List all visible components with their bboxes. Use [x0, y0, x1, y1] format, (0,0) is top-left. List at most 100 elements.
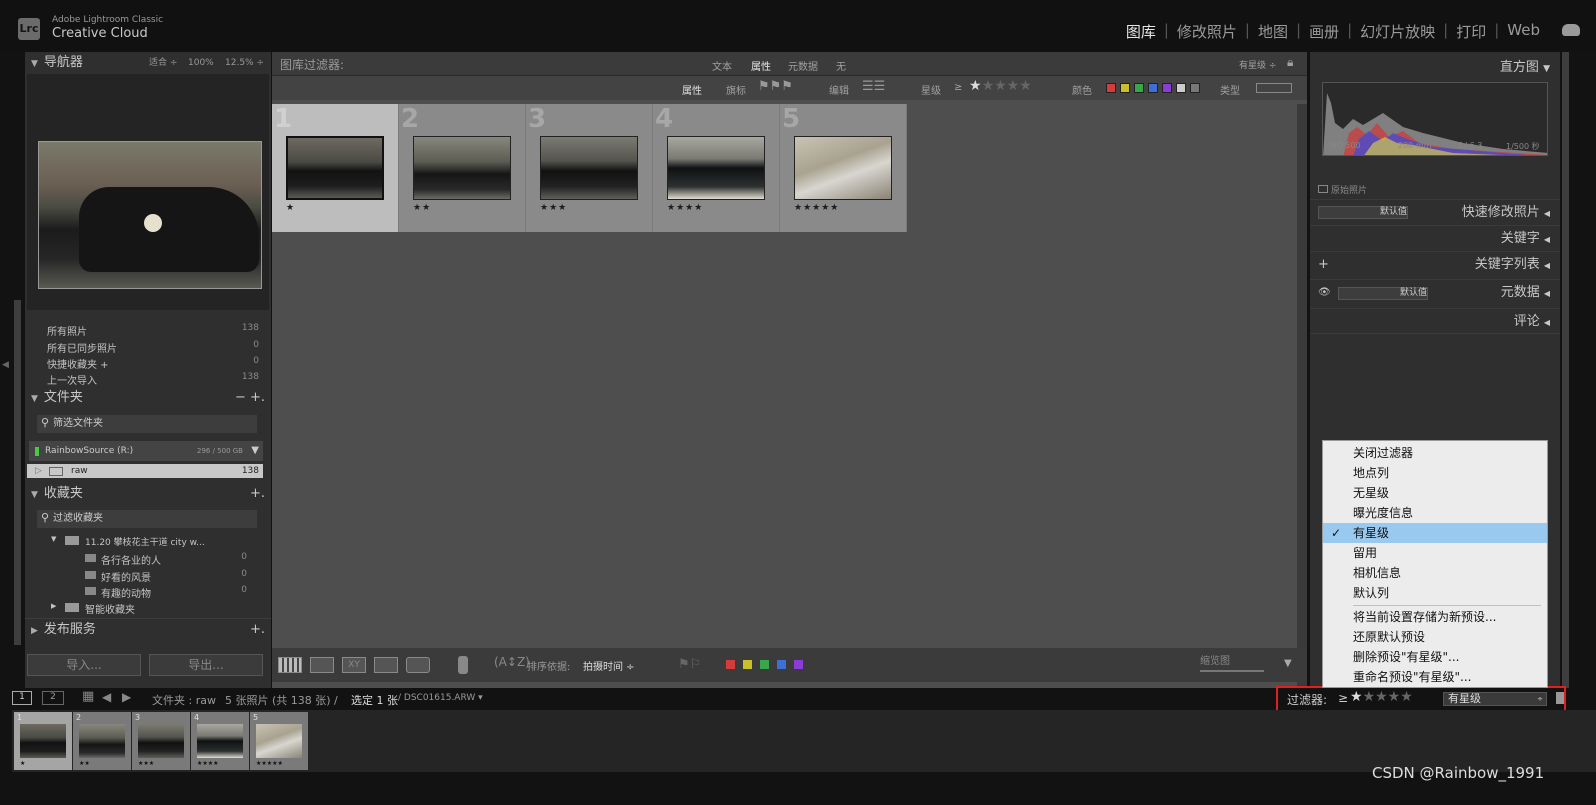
- zoom-fit[interactable]: 适合 ÷: [149, 52, 177, 74]
- quick-develop-header[interactable]: 默认值 快速修改照片 ◀: [1310, 199, 1560, 225]
- comments-header[interactable]: 评论 ◀: [1310, 308, 1560, 334]
- source-path[interactable]: 文件夹 : raw: [152, 692, 216, 708]
- filmstrip-thumbnail[interactable]: [197, 724, 243, 758]
- photo-thumbnail[interactable]: [540, 136, 638, 200]
- menu-item-checked[interactable]: ✓ 有星级: [1323, 523, 1547, 543]
- forward-arrow-icon[interactable]: ▶: [122, 690, 131, 704]
- module-slideshow[interactable]: 幻灯片放映: [1352, 21, 1443, 42]
- collection-item[interactable]: 各行各业的人 0: [85, 552, 247, 567]
- filmstrip-thumbnail[interactable]: [20, 724, 66, 758]
- filmstrip-cell[interactable]: 5 ★★★★★: [250, 712, 308, 770]
- menu-item[interactable]: 地点列: [1323, 463, 1547, 483]
- menu-item[interactable]: 默认列: [1323, 583, 1547, 603]
- loupe-view-icon[interactable]: [310, 657, 334, 673]
- grid-cell[interactable]: 5 ★★★★★: [780, 104, 907, 232]
- saved-preset-select[interactable]: 默认值: [1318, 206, 1408, 219]
- collection-item[interactable]: 有趣的动物 0: [85, 585, 247, 600]
- rating-filter-stars[interactable]: ★★★★★: [969, 78, 1032, 94]
- color-none-swatch[interactable]: [1190, 83, 1200, 93]
- edit-filter-icons[interactable]: ☰☰: [862, 79, 885, 94]
- collection-add[interactable]: +.: [250, 483, 265, 505]
- flag-filter-icons[interactable]: ⚑⚑⚑: [758, 79, 793, 94]
- filter-tab-attribute[interactable]: 属性: [751, 58, 771, 73]
- sort-select[interactable]: 拍摄时间 ÷: [583, 658, 635, 673]
- module-web[interactable]: Web: [1499, 21, 1548, 42]
- metadata-preset-select[interactable]: 默认值: [1338, 287, 1428, 300]
- filter-tab-text[interactable]: 文本: [712, 58, 732, 73]
- photo-thumbnail[interactable]: [794, 136, 892, 200]
- color-red-swatch[interactable]: [1106, 83, 1116, 93]
- smart-collections[interactable]: ▶ 智能收藏夹: [51, 601, 261, 616]
- collections-header[interactable]: ▼ 收藏夹 +.: [25, 483, 271, 505]
- type-filter-icons[interactable]: [1256, 83, 1292, 93]
- keywording-header[interactable]: 关键字 ◀: [1310, 225, 1560, 251]
- histogram-header[interactable]: 直方图 ▼: [1500, 56, 1550, 75]
- grid-cell[interactable]: 3 ★★★: [526, 104, 653, 232]
- toolbar-menu-icon[interactable]: ▼: [1284, 658, 1292, 669]
- label-red-button[interactable]: [726, 660, 735, 669]
- menu-item[interactable]: 将当前设置存储为新预设...: [1323, 607, 1547, 627]
- grid-cell[interactable]: 2 ★★: [399, 104, 526, 232]
- metadata-header[interactable]: 👁︎ 默认值 元数据 ◀: [1310, 279, 1560, 305]
- left-panel-toggle-icon[interactable]: ◀: [2, 360, 9, 370]
- filmstrip-thumbnail[interactable]: [256, 724, 302, 758]
- histogram-graph[interactable]: ISO 500 200 mm f / 6.3 1/500 秒: [1322, 82, 1548, 156]
- people-view-icon[interactable]: [406, 657, 430, 673]
- export-button[interactable]: 导出...: [149, 654, 263, 676]
- cloud-icon[interactable]: [1562, 24, 1580, 36]
- publish-header[interactable]: ▶ 发布服务 +.: [25, 618, 271, 640]
- grid-cell[interactable]: 4 ★★★★: [653, 104, 780, 232]
- compare-view-icon[interactable]: XY: [342, 657, 366, 673]
- add-keyword-icon[interactable]: +: [1318, 252, 1329, 278]
- lock-icon[interactable]: 🔒︎: [1287, 55, 1293, 70]
- filter-tab-none[interactable]: 无: [836, 58, 846, 73]
- menu-item[interactable]: 相机信息: [1323, 563, 1547, 583]
- spray-can-icon[interactable]: [458, 656, 468, 674]
- collection-filter-input[interactable]: 过滤收藏夹: [37, 509, 257, 528]
- color-yellow-swatch[interactable]: [1120, 83, 1130, 93]
- photo-thumbnail[interactable]: [286, 136, 384, 200]
- menu-item[interactable]: 留用: [1323, 543, 1547, 563]
- grid-scrollbar[interactable]: [1297, 104, 1307, 694]
- zoom-custom[interactable]: 12.5% ÷: [225, 52, 264, 74]
- label-purple-button[interactable]: [794, 660, 803, 669]
- publish-add[interactable]: +.: [250, 619, 265, 641]
- grid-cell[interactable]: 1 ★: [272, 104, 399, 232]
- label-blue-button[interactable]: [777, 660, 786, 669]
- flag-buttons[interactable]: ⚑⚐: [678, 657, 701, 672]
- color-green-swatch[interactable]: [1134, 83, 1144, 93]
- collection-set[interactable]: ▼ 11.20 攀枝花主干道 city w...: [51, 535, 261, 548]
- grid-icon[interactable]: ▦: [82, 689, 94, 704]
- filmstrip-cell[interactable]: 2 ★★: [73, 712, 131, 770]
- filmstrip-cell[interactable]: 3 ★★★: [132, 712, 190, 770]
- catalog-synced[interactable]: 所有已同步照片 0: [47, 340, 259, 355]
- filter-preset-select[interactable]: 有星级 ÷: [1239, 58, 1276, 71]
- back-arrow-icon[interactable]: ◀: [102, 690, 111, 704]
- catalog-previous-import[interactable]: 上一次导入 138: [47, 372, 259, 387]
- folder-actions[interactable]: − +.: [235, 387, 265, 409]
- zoom-100[interactable]: 100%: [188, 52, 214, 74]
- menu-item[interactable]: 还原默认预设: [1323, 627, 1547, 647]
- rating-operator[interactable]: ≥: [954, 82, 962, 93]
- catalog-quick-collection[interactable]: 快捷收藏夹 +0: [47, 356, 259, 371]
- filmstrip-cell[interactable]: 1 ★: [14, 712, 72, 770]
- color-custom-swatch[interactable]: [1176, 83, 1186, 93]
- catalog-all-photos[interactable]: 所有照片 138: [47, 323, 259, 338]
- keyword-list-header[interactable]: + 关键字列表 ◀: [1310, 251, 1560, 277]
- original-photo-toggle[interactable]: 原始照片: [1318, 183, 1367, 196]
- color-purple-swatch[interactable]: [1162, 83, 1172, 93]
- window-2-button[interactable]: 2: [42, 691, 64, 705]
- menu-item[interactable]: 重命名预设"有星级"...: [1323, 667, 1547, 687]
- filmstrip-thumbnail[interactable]: [138, 724, 184, 758]
- menu-item[interactable]: 删除预设"有星级"...: [1323, 647, 1547, 667]
- photo-thumbnail[interactable]: [413, 136, 511, 200]
- module-map[interactable]: 地图: [1250, 21, 1296, 42]
- volume-dropdown-icon[interactable]: ▼: [251, 441, 259, 461]
- label-green-button[interactable]: [760, 660, 769, 669]
- module-library[interactable]: 图库: [1118, 21, 1164, 42]
- menu-item[interactable]: 无星级: [1323, 483, 1547, 503]
- thumbnail-size-slider[interactable]: [1200, 670, 1264, 672]
- module-print[interactable]: 打印: [1448, 21, 1494, 42]
- survey-view-icon[interactable]: [374, 657, 398, 673]
- color-blue-swatch[interactable]: [1148, 83, 1158, 93]
